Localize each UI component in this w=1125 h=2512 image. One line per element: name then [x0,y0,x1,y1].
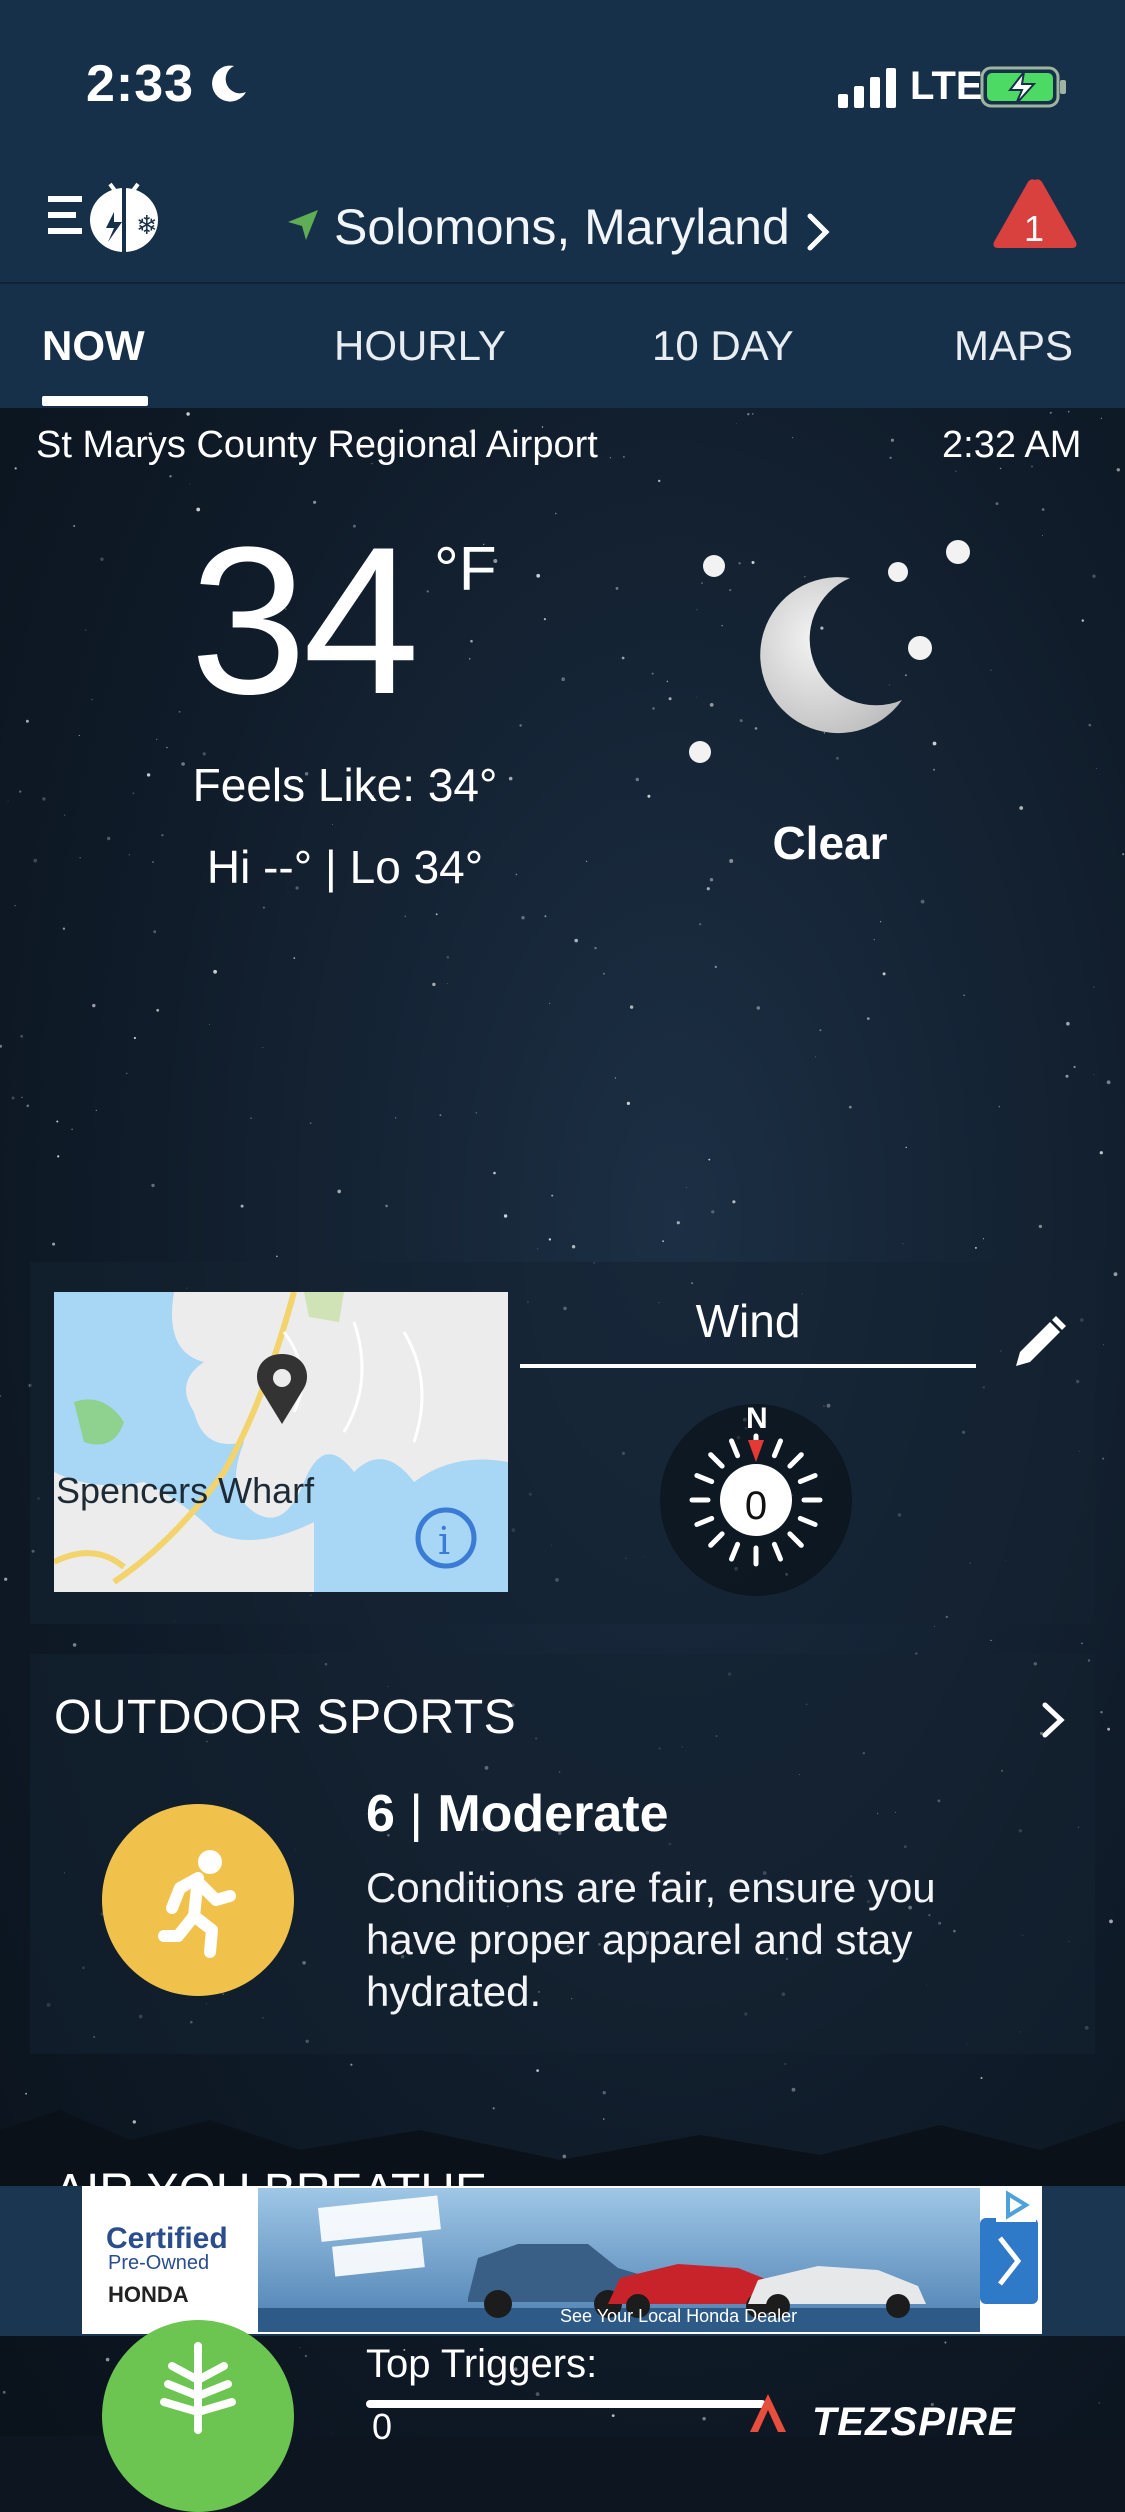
sponsor-name: TEZSPIRE [812,2400,1016,2444]
menu-logo-icon[interactable]: ❄ [44,176,162,256]
status-time: 2:33 [86,55,195,113]
signal-strength-icon [838,68,896,108]
svg-text:❄: ❄ [136,211,158,241]
location-name[interactable]: Solomons, Maryland [334,198,790,256]
observation-time: 2:32 AM [942,424,1082,466]
tab-10-day[interactable]: 10 DAY [652,322,794,370]
location-map[interactable]: i [54,1292,508,1592]
ad-brand-line3: HONDA [108,2282,189,2307]
sports-rating: Moderate [437,1785,669,1843]
network-type: LTE [910,64,983,108]
battery-charging-icon [980,66,1066,108]
wind-title: Wind [695,1295,801,1347]
active-tab-indicator [42,396,148,406]
ad-brand-line2: Pre-Owned [108,2252,210,2274]
compass-north-label: N [746,1402,768,1435]
condition-text: Clear [772,817,888,869]
sports-description: Conditions are fair, ensure you have pro… [366,1864,936,2015]
temperature-unit: °F [434,535,497,604]
wind-speed: 0 [744,1484,768,1528]
wind-title-underline [520,1364,976,1368]
tab-now[interactable]: NOW [42,322,145,370]
map-place-label: Spencers Wharf [56,1470,315,1511]
station-name: St Marys County Regional Airport [36,424,598,466]
pencil-edit-icon[interactable] [1006,1312,1070,1376]
chevron-right-icon[interactable] [1040,1700,1066,1740]
trigger-value: 0 [372,2406,393,2447]
svg-text:i: i [438,1519,450,1563]
tab-hourly[interactable]: HOURLY [334,322,506,370]
lungs-icon [160,2342,236,2434]
header-divider [0,282,1125,284]
hi-lo-temperature: Hi --° | Lo 34° [206,841,484,893]
ad-footer-text: See Your Local Honda Dealer [560,2306,798,2326]
runner-icon [158,1850,236,1958]
outdoor-sports-title[interactable]: OUTDOOR SPORTS [54,1690,516,1745]
alert-count[interactable]: 1 [1014,208,1054,250]
sports-score: 6 | Moderate [366,1785,669,1843]
top-triggers-label: Top Triggers: [366,2342,598,2386]
triggers-bar [366,2400,766,2408]
current-temperature: 34 [190,503,420,738]
ad-choices-icon[interactable] [996,2188,1036,2222]
ad-brand-line1: Certified [106,2222,228,2255]
ad-arrow-icon[interactable] [980,2218,1038,2304]
chevron-right-icon[interactable] [804,212,832,252]
moon-stars-icon [689,540,970,763]
tezspire-logo-icon [750,2394,786,2432]
do-not-disturb-moon-icon [212,65,246,102]
sports-score-value: 6 [366,1785,395,1843]
location-arrow-icon [288,210,318,240]
feels-like: Feels Like: 34° [192,759,498,811]
tab-maps[interactable]: MAPS [954,322,1073,370]
